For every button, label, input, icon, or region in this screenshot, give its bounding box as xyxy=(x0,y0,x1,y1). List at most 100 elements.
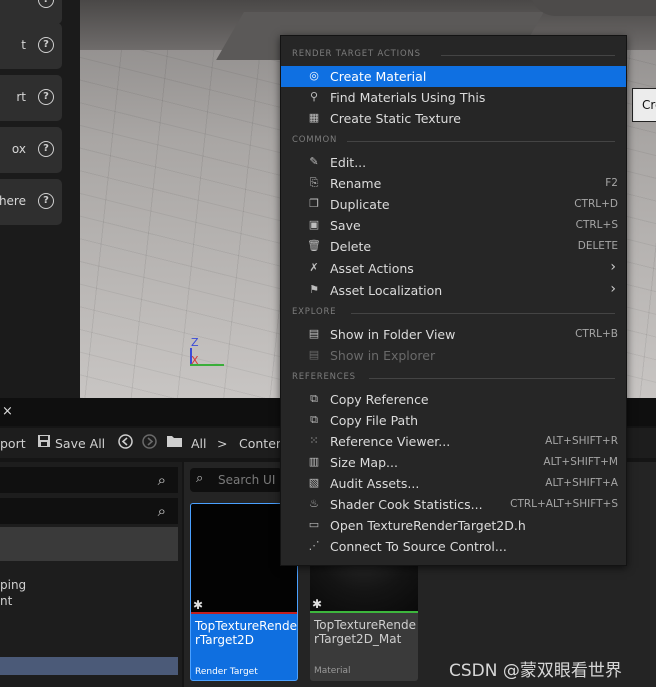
menu-section-divider xyxy=(369,378,615,379)
import-button[interactable]: port xyxy=(0,436,26,451)
save-icon: ▣ xyxy=(308,218,320,231)
menu-item-create-material[interactable]: ◎ Create Material xyxy=(281,66,626,87)
menu-item-label: Shader Cook Statistics... xyxy=(330,497,483,512)
menu-item-label: Reference Viewer... xyxy=(330,434,451,449)
menu-item-shortcut: CTRL+B xyxy=(575,328,618,340)
menu-item-label: Audit Assets... xyxy=(330,476,420,491)
menu-item-size-map[interactable]: ▥ Size Map... ALT+SHIFT+M xyxy=(281,452,626,473)
menu-item-label: Save xyxy=(330,218,361,233)
menu-item-label: Asset Actions xyxy=(330,261,414,276)
menu-item-label: Delete xyxy=(330,239,372,254)
forward-icon[interactable] xyxy=(142,434,157,452)
chevron-right-icon: › xyxy=(610,281,616,297)
menu-item-create-static-texture[interactable]: ▦ Create Static Texture xyxy=(281,108,626,129)
menu-item-shortcut: CTRL+S xyxy=(575,219,618,231)
menu-item-connect-source-control[interactable]: ⋰ Connect To Source Control... xyxy=(281,536,626,557)
menu-item-label: Edit... xyxy=(330,155,367,170)
duplicate-icon: ❐ xyxy=(309,197,319,210)
menu-item-edit[interactable]: ✎ Edit... xyxy=(281,152,626,173)
menu-item-asset-localization[interactable]: ⚑ Asset Localization › xyxy=(281,280,626,301)
menu-section-divider xyxy=(441,55,615,56)
help-icon[interactable]: ? xyxy=(38,0,54,8)
menu-item-shader-cook-statistics[interactable]: ♨ Shader Cook Statistics... CTRL+ALT+SHI… xyxy=(281,494,626,515)
menu-section-divider xyxy=(347,141,615,142)
place-item-label: t xyxy=(21,38,26,52)
copy-reference-icon: ⧉ xyxy=(310,392,318,405)
menu-item-copy-reference[interactable]: ⧉ Copy Reference xyxy=(281,389,626,410)
sources-folder-label[interactable]: ping xyxy=(0,578,26,592)
search-icon[interactable]: ⌕ xyxy=(158,502,166,520)
sources-search-bar[interactable]: ⌕ xyxy=(0,467,178,493)
sources-active-folder[interactable] xyxy=(0,657,178,675)
viewport-cylinder xyxy=(530,0,656,16)
axis-x-label: X xyxy=(191,354,199,367)
chevron-right-icon: › xyxy=(610,259,616,275)
sources-folder-label[interactable]: nt xyxy=(0,594,12,608)
close-tab-icon[interactable]: × xyxy=(2,404,13,419)
place-item-label: ox xyxy=(11,142,26,156)
menu-item-reference-viewer[interactable]: ⁙ Reference Viewer... ALT+SHIFT+R xyxy=(281,431,626,452)
menu-section-title: REFERENCES xyxy=(292,372,356,382)
menu-item-save[interactable]: ▣ Save CTRL+S xyxy=(281,215,626,236)
save-all-button[interactable]: Save All xyxy=(55,436,105,451)
menu-item-copy-file-path[interactable]: ⧉ Copy File Path xyxy=(281,410,626,431)
watermark: CSDN @蒙双眼看世界 xyxy=(449,661,622,681)
menu-section-divider xyxy=(351,313,615,314)
sources-filter-bar[interactable]: ⌕ xyxy=(0,498,178,524)
place-item-3[interactable]: ox ? xyxy=(0,127,62,173)
menu-item-label: Find Materials Using This xyxy=(330,90,486,105)
asset-context-menu: RENDER TARGET ACTIONS ◎ Create Material … xyxy=(280,35,627,566)
search-icon: ⌕ xyxy=(196,471,204,486)
reference-viewer-icon: ⁙ xyxy=(309,434,319,447)
new-asset-star-icon: ✱ xyxy=(312,597,323,611)
menu-item-shortcut: ALT+SHIFT+A xyxy=(545,477,618,489)
breadcrumb-all[interactable]: All xyxy=(191,436,207,451)
menu-item-label: Open TextureRenderTarget2D.h xyxy=(330,518,526,533)
help-icon[interactable]: ? xyxy=(38,37,54,53)
menu-item-duplicate[interactable]: ❐ Duplicate CTRL+D xyxy=(281,194,626,215)
source-control-icon: ⋰ xyxy=(308,539,320,552)
rename-icon: ⎘ xyxy=(309,176,319,189)
menu-section-title: EXPLORE xyxy=(292,307,337,317)
sources-selected-row[interactable] xyxy=(0,527,178,561)
menu-item-shortcut: CTRL+ALT+SHIFT+S xyxy=(510,498,618,510)
back-icon[interactable] xyxy=(118,434,133,452)
save-all-icon xyxy=(37,434,51,451)
menu-item-shortcut: DELETE xyxy=(577,240,618,252)
menu-item-delete[interactable]: 🗑 Delete DELETE xyxy=(281,236,626,257)
size-map-icon: ▥ xyxy=(308,455,320,468)
place-actors-panel: ? t ? rt ? ox ? phere ? xyxy=(0,0,80,398)
folder-icon xyxy=(166,434,183,451)
help-icon[interactable]: ? xyxy=(38,193,54,209)
menu-item-label: Show in Explorer xyxy=(330,348,436,363)
menu-item-label: Copy Reference xyxy=(330,392,429,407)
menu-item-label: Size Map... xyxy=(330,455,398,470)
menu-item-show-in-folder-view[interactable]: ▤ Show in Folder View CTRL+B xyxy=(281,324,626,345)
sources-panel xyxy=(0,462,182,687)
menu-item-find-materials[interactable]: ⚲ Find Materials Using This xyxy=(281,87,626,108)
axis-gizmo: Z X xyxy=(186,336,230,370)
place-item-2[interactable]: rt ? xyxy=(0,75,62,121)
place-item-0[interactable]: ? xyxy=(0,0,62,24)
menu-item-label: Rename xyxy=(330,176,382,191)
menu-item-label: Show in Folder View xyxy=(330,327,456,342)
place-item-1[interactable]: t ? xyxy=(0,23,62,69)
menu-item-shortcut: ALT+SHIFT+M xyxy=(543,456,618,468)
search-placeholder: Search UI xyxy=(218,473,276,487)
help-icon[interactable]: ? xyxy=(38,89,54,105)
search-icon[interactable]: ⌕ xyxy=(158,471,166,489)
explorer-icon: ▤ xyxy=(308,348,320,361)
audit-icon: ▧ xyxy=(308,476,320,489)
asset-name: TopTextureRenderTarget2D xyxy=(195,619,297,647)
menu-item-open-header[interactable]: ▭ Open TextureRenderTarget2D.h xyxy=(281,515,626,536)
breadcrumb-separator: > xyxy=(217,436,228,451)
flag-icon: ⚑ xyxy=(309,283,319,296)
help-icon[interactable]: ? xyxy=(38,141,54,157)
place-item-4[interactable]: phere ? xyxy=(0,179,62,225)
menu-item-asset-actions[interactable]: ✗ Asset Actions › xyxy=(281,258,626,279)
menu-section-title: COMMON xyxy=(292,135,338,145)
asset-search-input[interactable]: ⌕ Search UI xyxy=(190,468,282,492)
menu-section-title: RENDER TARGET ACTIONS xyxy=(292,49,421,59)
menu-item-rename[interactable]: ⎘ Rename F2 xyxy=(281,173,626,194)
menu-item-audit-assets[interactable]: ▧ Audit Assets... ALT+SHIFT+A xyxy=(281,473,626,494)
